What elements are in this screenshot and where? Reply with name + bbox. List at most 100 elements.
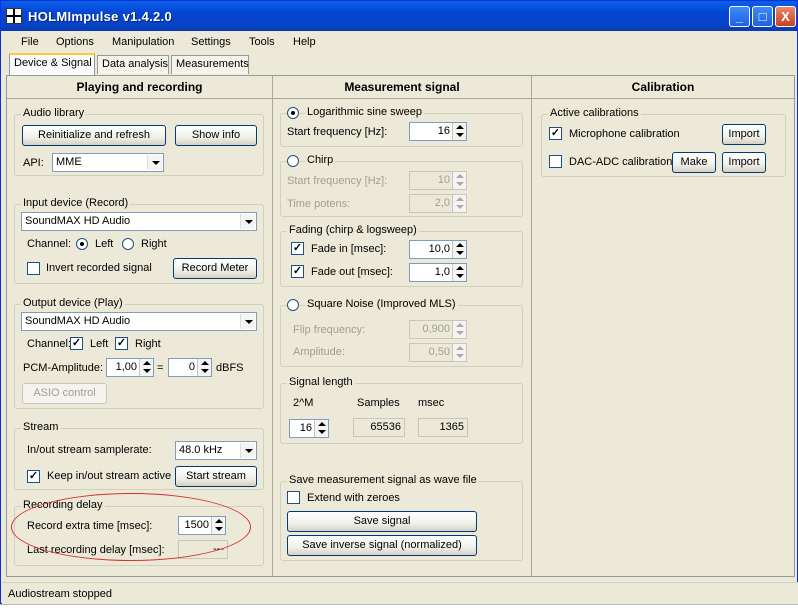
fade-in-stepper[interactable]: 10,0 [409, 240, 467, 259]
fade-out-value: 1,0 [434, 266, 450, 278]
flip-frequency-value: 0,900 [422, 323, 450, 335]
output-device-group: Output device (Play) SoundMAX HD Audio C… [14, 297, 264, 409]
stream-group: Stream In/out stream samplerate: 48.0 kH… [14, 421, 264, 490]
show-info-button[interactable]: Show info [175, 125, 257, 146]
signal-length-title: Signal length [287, 376, 355, 388]
spin-arrows-icon[interactable] [452, 195, 466, 212]
api-label: API: [23, 157, 44, 169]
record-meter-button[interactable]: Record Meter [173, 258, 257, 279]
spin-arrows-icon[interactable] [139, 359, 153, 376]
spin-arrows-icon[interactable] [452, 321, 466, 338]
dbfs-stepper[interactable]: 0 [168, 358, 212, 377]
output-right-checkbox[interactable]: ✓ [115, 337, 128, 350]
fade-in-checkbox[interactable]: ✓ [291, 242, 304, 255]
asio-control-button[interactable]: ASIO control [22, 383, 107, 404]
save-inverse-signal-button[interactable]: Save inverse signal (normalized) [287, 535, 477, 556]
save-signal-button[interactable]: Save signal [287, 511, 477, 532]
equals-label: = [157, 362, 164, 374]
spin-arrows-icon[interactable] [197, 359, 211, 376]
signal-length-msec-header: msec [418, 397, 445, 409]
spin-arrows-icon[interactable] [452, 344, 466, 361]
app-icon [6, 8, 22, 24]
log-sweep-radio[interactable] [287, 107, 299, 119]
flip-frequency-stepper[interactable]: 0,900 [409, 320, 467, 339]
extend-zeroes-checkbox[interactable] [287, 491, 300, 504]
fading-group: Fading (chirp & logsweep) ✓ Fade in [mse… [280, 224, 523, 287]
chirp-start-freq-stepper[interactable]: 10 [409, 171, 467, 190]
output-device-title: Output device (Play) [21, 297, 125, 309]
log-start-freq-stepper[interactable]: 16 [409, 122, 467, 141]
start-stream-button[interactable]: Start stream [175, 466, 257, 487]
menu-tools[interactable]: Tools [249, 36, 275, 48]
input-channel-label: Channel: [27, 238, 72, 250]
menu-options[interactable]: Options [56, 36, 94, 48]
fade-out-stepper[interactable]: 1,0 [409, 263, 467, 282]
microphone-calibration-checkbox[interactable]: ✓ [549, 127, 562, 140]
signal-length-m-header: 2^M [293, 397, 314, 409]
window-title: HOLMImpulse v1.4.2.0 [28, 9, 172, 24]
spin-arrows-icon[interactable] [314, 420, 328, 437]
active-calibrations-group: Active calibrations ✓ Microphone calibra… [541, 107, 786, 177]
menu-settings[interactable]: Settings [191, 36, 231, 48]
title-bar[interactable]: HOLMImpulse v1.4.2.0 _ □ X [1, 1, 797, 31]
app-window: HOLMImpulse v1.4.2.0 _ □ X File Options … [0, 0, 798, 604]
minimize-button[interactable]: _ [729, 6, 750, 27]
square-noise-group: Square Noise (Improved MLS) Flip frequen… [280, 298, 523, 367]
chevron-down-icon [147, 155, 162, 170]
maximize-button[interactable]: □ [752, 6, 773, 27]
playing-recording-header: Playing and recording [7, 76, 272, 99]
time-potens-label: Time potens: [287, 198, 351, 210]
output-right-label: Right [135, 338, 161, 350]
pcm-amplitude-stepper[interactable]: 1,00 [106, 358, 154, 377]
signal-length-m-stepper[interactable]: 16 [289, 419, 329, 438]
square-noise-radio[interactable] [287, 299, 299, 311]
log-start-freq-value: 16 [437, 125, 450, 137]
time-potens-stepper[interactable]: 2,0 [409, 194, 467, 213]
amplitude-label: Amplitude: [293, 346, 345, 358]
make-calibration-button[interactable]: Make [672, 152, 716, 173]
audio-library-title: Audio library [21, 107, 87, 119]
api-select[interactable]: MME [52, 153, 164, 172]
keep-stream-active-checkbox[interactable]: ✓ [27, 470, 40, 483]
keep-stream-active-label: Keep in/out stream active [47, 470, 172, 482]
chirp-start-freq-value: 10 [437, 174, 450, 186]
calibration-panel: Calibration Active calibrations ✓ Microp… [532, 76, 794, 576]
close-button[interactable]: X [775, 6, 796, 27]
output-left-checkbox[interactable]: ✓ [70, 337, 83, 350]
chirp-group: Chirp Start frequency [Hz]: 10 Time pote… [280, 154, 523, 217]
spin-arrows-icon[interactable] [452, 264, 466, 281]
spin-arrows-icon[interactable] [452, 172, 466, 189]
samples-field: 65536 [353, 418, 405, 437]
input-device-select[interactable]: SoundMAX HD Audio [21, 212, 257, 231]
input-right-radio[interactable] [122, 238, 134, 250]
input-device-value: SoundMAX HD Audio [25, 215, 131, 227]
spin-arrows-icon[interactable] [452, 241, 466, 258]
chevron-down-icon [240, 443, 255, 458]
import-dac-button[interactable]: Import [722, 152, 766, 173]
input-left-radio[interactable] [76, 238, 88, 250]
dbfs-value: 0 [188, 361, 195, 373]
fade-out-checkbox[interactable]: ✓ [291, 265, 304, 278]
input-right-label: Right [141, 238, 167, 250]
menu-help[interactable]: Help [293, 36, 316, 48]
log-start-freq-label: Start frequency [Hz]: [287, 126, 388, 138]
tab-data-analysis[interactable]: Data analysis [97, 55, 169, 74]
menu-manipulation[interactable]: Manipulation [112, 36, 174, 48]
dac-adc-calibration-checkbox[interactable] [549, 155, 562, 168]
amplitude-stepper[interactable]: 0,50 [409, 343, 467, 362]
samplerate-select[interactable]: 48.0 kHz [175, 441, 257, 460]
save-signal-group: Save measurement signal as wave file Ext… [280, 474, 523, 561]
import-mic-button[interactable]: Import [722, 124, 766, 145]
measurement-signal-panel: Measurement signal Logarithmic sine swee… [273, 76, 532, 576]
chirp-start-freq-label: Start frequency [Hz]: [287, 175, 388, 187]
menu-bar: File Options Manipulation Settings Tools… [1, 32, 797, 53]
invert-signal-checkbox[interactable] [27, 262, 40, 275]
chirp-radio[interactable] [287, 155, 299, 167]
tab-measurements[interactable]: Measurements [171, 55, 249, 74]
spin-arrows-icon[interactable] [452, 123, 466, 140]
menu-file[interactable]: File [21, 36, 39, 48]
time-potens-value: 2,0 [434, 197, 450, 209]
reinitialize-button[interactable]: Reinitialize and refresh [22, 125, 166, 146]
output-device-select[interactable]: SoundMAX HD Audio [21, 312, 257, 331]
tab-device-signal[interactable]: Device & Signal [9, 53, 95, 75]
